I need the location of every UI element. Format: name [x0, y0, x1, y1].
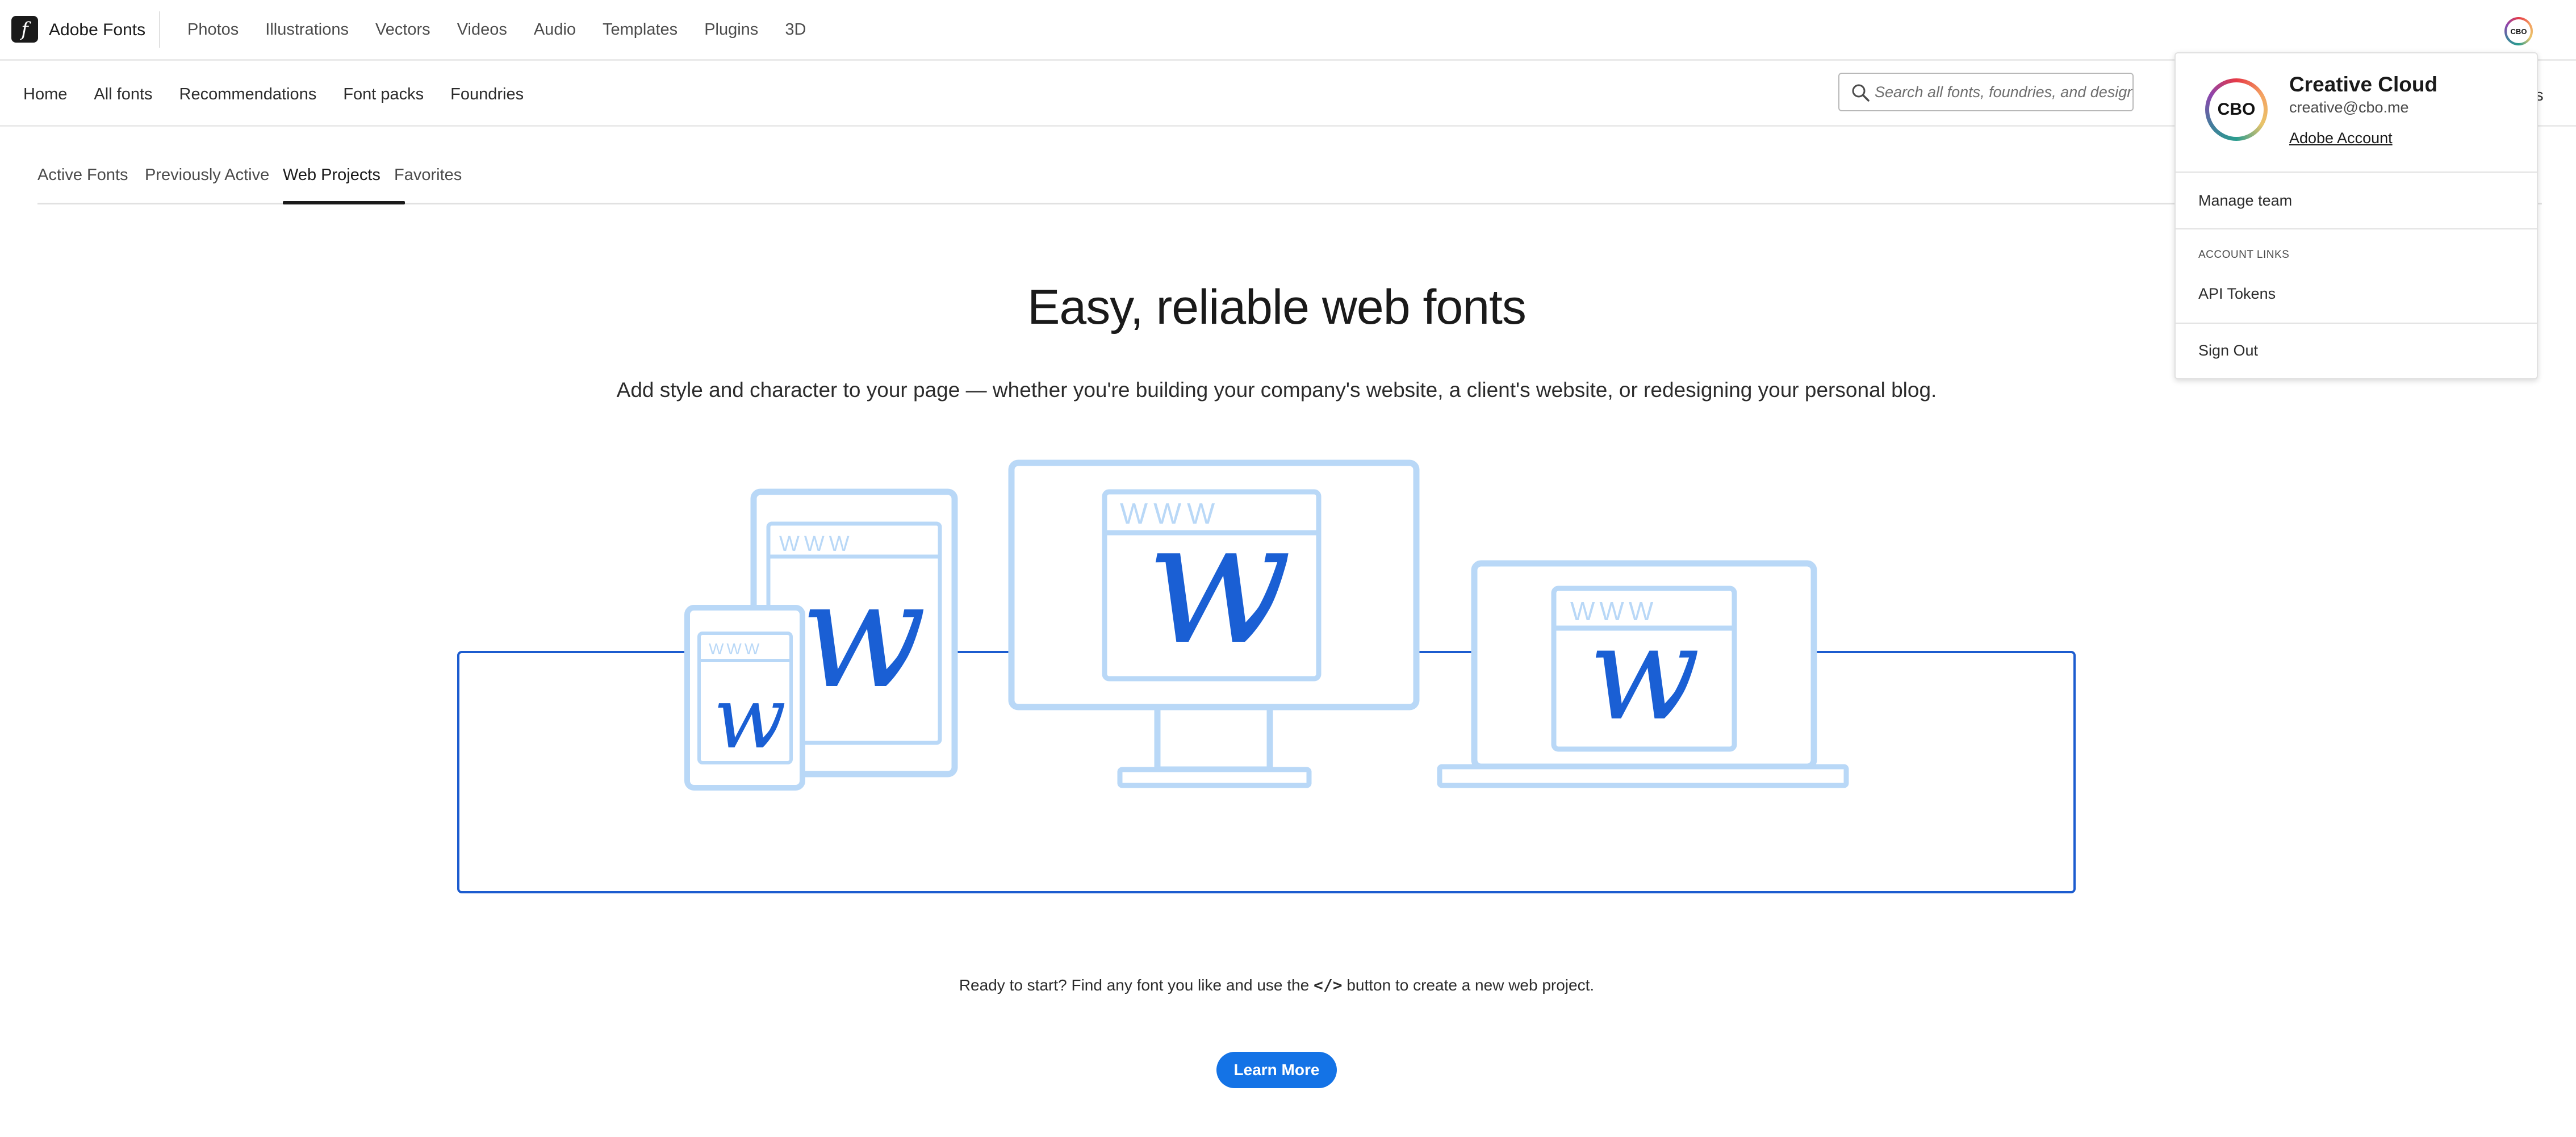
subnav-link-foundries[interactable]: Foundries — [450, 85, 524, 104]
laptop-www-label: WWW — [1570, 596, 1658, 626]
phone-www-label: WWW — [709, 640, 762, 658]
nav-link-3d[interactable]: 3D — [785, 20, 806, 39]
nav-link-vectors[interactable]: Vectors — [375, 20, 430, 39]
desktop-device — [1008, 459, 1420, 788]
sign-out-item[interactable]: Sign Out — [2198, 342, 2258, 360]
global-nav: f Adobe Fonts Photos Illustrations Vecto… — [0, 0, 2576, 61]
tab-active-fonts[interactable]: Active Fonts — [37, 166, 128, 185]
adobe-account-link[interactable]: Adobe Account — [2289, 129, 2393, 147]
menu-divider — [2176, 323, 2537, 324]
subnav-link-all-fonts[interactable]: All fonts — [94, 85, 152, 104]
adobe-fonts-logo-icon[interactable]: f — [11, 16, 38, 43]
ready-text-before: Ready to start? Find any font you like a… — [959, 976, 1310, 994]
account-links-heading: ACCOUNT LINKS — [2198, 249, 2290, 261]
laptop-w-glyph: w — [1588, 598, 1700, 750]
brand-name[interactable]: Adobe Fonts — [49, 20, 145, 40]
account-dropdown: CBO Creative Cloud creative@cbo.me Adobe… — [2174, 52, 2538, 379]
tablet-w-glyph: w — [800, 550, 927, 721]
active-tab-indicator — [283, 201, 405, 204]
tab-web-projects[interactable]: Web Projects — [283, 166, 380, 185]
phone-device — [684, 605, 805, 791]
tablet-device — [750, 488, 958, 777]
search-input[interactable] — [1875, 83, 2132, 101]
page-subtitle: Add style and character to your page — w… — [616, 378, 1937, 402]
subnav-link-home[interactable]: Home — [23, 85, 67, 104]
nav-link-photos[interactable]: Photos — [187, 20, 239, 39]
nav-divider — [159, 11, 160, 48]
nav-link-plugins[interactable]: Plugins — [704, 20, 758, 39]
menu-divider — [2176, 228, 2537, 229]
account-name: Creative Cloud — [2289, 73, 2438, 96]
page-title: Easy, reliable web fonts — [1027, 280, 1527, 335]
tab-favorites[interactable]: Favorites — [394, 166, 462, 185]
illustration-frame — [457, 651, 2076, 893]
tab-previously-active[interactable]: Previously Active — [145, 166, 269, 185]
manage-team-item[interactable]: Manage team — [2198, 192, 2292, 210]
embed-code-icon: </> — [1313, 976, 1343, 994]
nav-link-templates[interactable]: Templates — [603, 20, 678, 39]
nav-link-videos[interactable]: Videos — [457, 20, 507, 39]
subnav-links: Home All fonts Recommendations Font pack… — [23, 85, 550, 104]
learn-more-button[interactable]: Learn More — [1216, 1052, 1337, 1088]
account-avatar: CBO — [2205, 78, 2268, 141]
search-icon — [1852, 84, 1870, 102]
subnav-link-recommendations[interactable]: Recommendations — [179, 85, 317, 104]
tablet-www-label: WWW — [779, 532, 854, 556]
ready-text-after: button to create a new web project. — [1346, 976, 1595, 994]
phone-w-glyph: w — [713, 669, 786, 768]
nav-link-illustrations[interactable]: Illustrations — [265, 20, 349, 39]
api-tokens-item[interactable]: API Tokens — [2198, 285, 2276, 303]
user-avatar-button[interactable]: CBO — [2504, 17, 2533, 45]
menu-divider — [2176, 172, 2537, 173]
my-fonts-tabs: Active Fonts Previously Active Web Proje… — [37, 149, 2542, 204]
desktop-www-label: WWW — [1120, 498, 1220, 530]
account-email: creative@cbo.me — [2289, 99, 2409, 116]
getting-started-text: Ready to start? Find any font you like a… — [0, 976, 2553, 994]
desktop-w-glyph: w — [1146, 484, 1292, 682]
subnav-link-font-packs[interactable]: Font packs — [343, 85, 424, 104]
font-search-box[interactable] — [1838, 73, 2134, 111]
product-links: Photos Illustrations Vectors Videos Audi… — [187, 20, 833, 39]
laptop-device — [1437, 560, 1849, 788]
nav-link-audio[interactable]: Audio — [534, 20, 576, 39]
